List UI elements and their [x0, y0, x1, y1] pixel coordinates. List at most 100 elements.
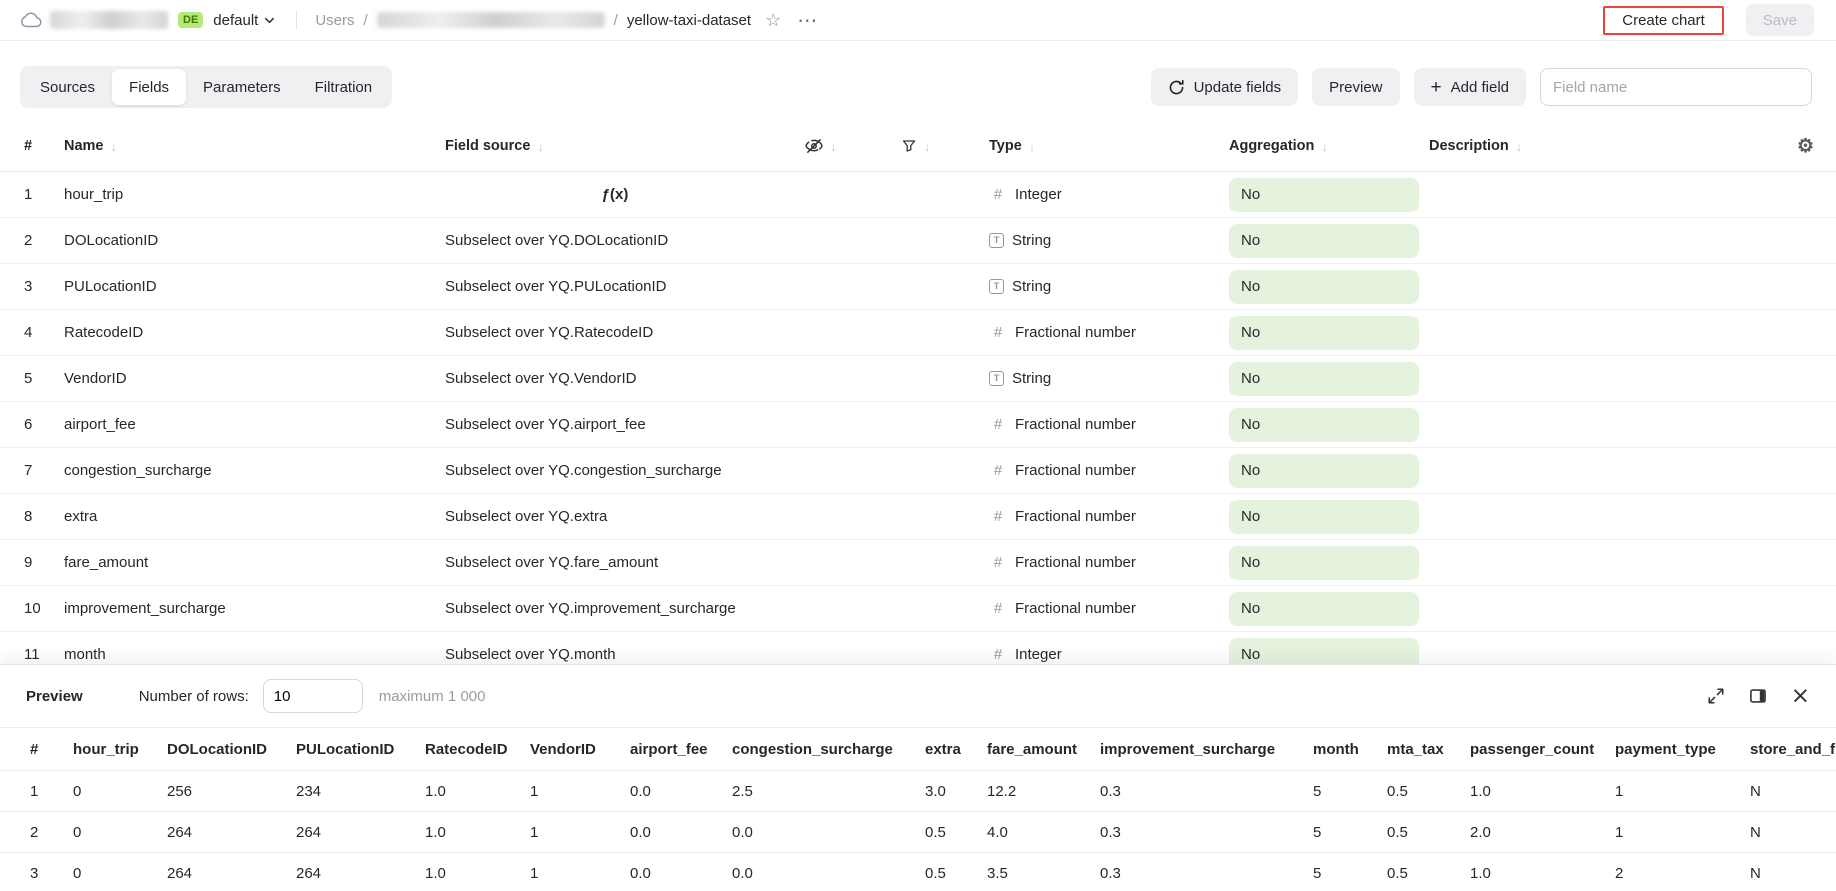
field-name[interactable]: fare_amount	[64, 554, 445, 571]
field-type[interactable]: TString	[989, 232, 1229, 249]
update-fields-button[interactable]: Update fields	[1151, 68, 1299, 106]
preview-cell: 1.0	[425, 853, 530, 891]
field-name[interactable]: improvement_surcharge	[64, 600, 445, 617]
field-row: 5VendorIDSubselect over YQ.VendorIDTStri…	[0, 356, 1836, 402]
aggregation-select[interactable]: No	[1229, 592, 1419, 626]
aggregation-select[interactable]: No	[1229, 224, 1419, 258]
field-source[interactable]: Subselect over YQ.month	[445, 646, 785, 663]
field-source[interactable]: Subselect over YQ.PULocationID	[445, 278, 785, 295]
field-type[interactable]: #Fractional number	[989, 416, 1229, 433]
field-source[interactable]: ƒ(x)	[445, 186, 785, 203]
preview-cell: N	[1750, 812, 1836, 853]
aggregation-select[interactable]: No	[1229, 270, 1419, 304]
field-type[interactable]: #Fractional number	[989, 324, 1229, 341]
field-type[interactable]: #Integer	[989, 186, 1229, 203]
preview-cell: 1	[1615, 812, 1750, 853]
col-header-filter[interactable]: ↓	[875, 138, 989, 154]
field-source[interactable]: Subselect over YQ.DOLocationID	[445, 232, 785, 249]
scope-label: default	[213, 12, 258, 29]
field-name[interactable]: congestion_surcharge	[64, 462, 445, 479]
field-name[interactable]: RatecodeID	[64, 324, 445, 341]
field-row-index: 8	[24, 508, 64, 525]
preview-cell: 2.0	[1470, 812, 1615, 853]
add-field-button[interactable]: + Add field	[1414, 68, 1526, 106]
aggregation-select[interactable]: No	[1229, 178, 1419, 212]
field-aggregation-cell: No	[1229, 362, 1429, 396]
aggregation-select[interactable]: No	[1229, 500, 1419, 534]
field-name[interactable]: hour_trip	[64, 186, 445, 203]
sort-icon[interactable]: ↓	[830, 139, 837, 154]
col-header-description[interactable]: Description ↓	[1429, 138, 1784, 154]
field-name[interactable]: PULocationID	[64, 278, 445, 295]
field-name[interactable]: VendorID	[64, 370, 445, 387]
redacted-folder-name	[50, 11, 168, 29]
preview-cell: 0.0	[732, 812, 925, 853]
sort-icon[interactable]: ↓	[1029, 139, 1036, 154]
field-source[interactable]: Subselect over YQ.improvement_surcharge	[445, 600, 785, 617]
preview-cell: 0	[73, 853, 167, 891]
sort-icon[interactable]: ↓	[1321, 139, 1328, 154]
field-name[interactable]: DOLocationID	[64, 232, 445, 249]
expand-preview-icon[interactable]	[1707, 687, 1725, 705]
preview-col-header: passenger_count	[1470, 728, 1615, 771]
tab-parameters[interactable]: Parameters	[186, 69, 298, 105]
tab-fields[interactable]: Fields	[112, 69, 186, 105]
breadcrumb-separator: /	[364, 12, 368, 29]
preview-cell: 0.0	[630, 853, 732, 891]
col-header-type[interactable]: Type ↓	[989, 138, 1229, 154]
field-type[interactable]: #Fractional number	[989, 600, 1229, 617]
aggregation-select[interactable]: No	[1229, 362, 1419, 396]
field-source[interactable]: Subselect over YQ.congestion_surcharge	[445, 462, 785, 479]
field-type[interactable]: TString	[989, 370, 1229, 387]
preview-toggle-button[interactable]: Preview	[1312, 68, 1399, 106]
preview-cell: 0.5	[1387, 853, 1470, 891]
aggregation-select[interactable]: No	[1229, 408, 1419, 442]
field-type[interactable]: TString	[989, 278, 1229, 295]
scope-selector[interactable]: default	[211, 10, 278, 31]
preview-cell: 0.0	[630, 771, 732, 812]
field-source[interactable]: Subselect over YQ.VendorID	[445, 370, 785, 387]
col-header-aggregation[interactable]: Aggregation ↓	[1229, 138, 1429, 154]
dataset-toolbar: Sources Fields Parameters Filtration Upd…	[0, 41, 1836, 121]
sort-icon[interactable]: ↓	[1516, 139, 1523, 154]
preview-row: 102562341.010.02.53.012.20.350.51.01N	[0, 771, 1836, 812]
plus-icon: +	[1431, 78, 1442, 97]
rows-count-input[interactable]	[263, 679, 363, 713]
create-chart-button[interactable]: Create chart	[1616, 11, 1711, 30]
sort-icon[interactable]: ↓	[924, 139, 931, 154]
field-source[interactable]: Subselect over YQ.RatecodeID	[445, 324, 785, 341]
tab-sources[interactable]: Sources	[23, 69, 112, 105]
field-type[interactable]: #Fractional number	[989, 508, 1229, 525]
field-type-label: Integer	[1015, 186, 1062, 203]
field-source[interactable]: Subselect over YQ.fare_amount	[445, 554, 785, 571]
sort-icon[interactable]: ↓	[111, 139, 118, 154]
col-header-hidden[interactable]: ↓	[785, 137, 875, 155]
field-name[interactable]: airport_fee	[64, 416, 445, 433]
field-type[interactable]: #Integer	[989, 646, 1229, 663]
field-name-search-input[interactable]	[1540, 68, 1812, 106]
more-options-icon[interactable]: ⋯	[797, 8, 817, 33]
favorite-star-icon[interactable]: ☆	[765, 10, 781, 31]
aggregation-select[interactable]: No	[1229, 454, 1419, 488]
preview-col-header: congestion_surcharge	[732, 728, 925, 771]
field-name[interactable]: extra	[64, 508, 445, 525]
breadcrumb-users[interactable]: Users	[315, 12, 354, 29]
col-header-field-source[interactable]: Field source ↓	[445, 138, 785, 154]
preview-col-header: #	[0, 728, 73, 771]
close-preview-icon[interactable]: ×	[1791, 685, 1810, 708]
split-view-icon[interactable]	[1749, 687, 1767, 705]
col-header-name[interactable]: Name ↓	[64, 138, 445, 154]
save-button[interactable]: Save	[1746, 4, 1814, 36]
field-type[interactable]: #Fractional number	[989, 554, 1229, 571]
aggregation-select[interactable]: No	[1229, 316, 1419, 350]
cloud-icon	[20, 12, 42, 28]
field-source[interactable]: Subselect over YQ.extra	[445, 508, 785, 525]
aggregation-select[interactable]: No	[1229, 546, 1419, 580]
field-type[interactable]: #Fractional number	[989, 462, 1229, 479]
table-settings-button[interactable]: ⚙	[1784, 135, 1836, 158]
field-source[interactable]: Subselect over YQ.airport_fee	[445, 416, 785, 433]
field-name[interactable]: month	[64, 646, 445, 663]
sort-icon[interactable]: ↓	[537, 139, 544, 154]
tab-filtration[interactable]: Filtration	[298, 69, 390, 105]
preview-cell: 1	[530, 812, 630, 853]
